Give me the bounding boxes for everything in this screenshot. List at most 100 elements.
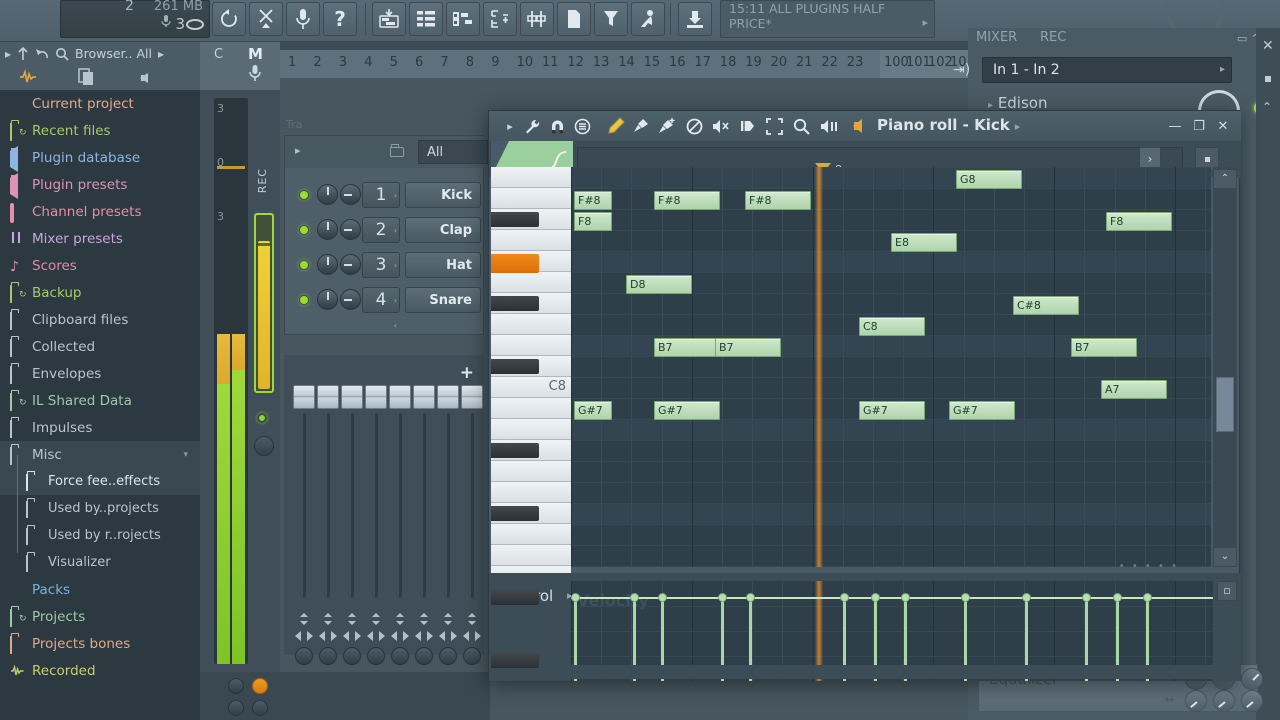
piano-black-key[interactable] xyxy=(491,653,539,668)
piano-roll-grid[interactable]: F#8 F8 F#8 D8 B7 G#7 G#7 F#8 B7 G8 E8 C8 C#8 G#7 G#7 F8… xyxy=(571,167,1211,567)
fader-knob[interactable] xyxy=(367,647,385,665)
mixer-rec-strip[interactable]: REC xyxy=(252,98,276,720)
browser-item-recorded[interactable]: Recorded xyxy=(0,657,200,684)
piano-roll-toolbar[interactable]: ▸ xyxy=(489,111,1241,141)
channel-row[interactable]: 2›‹Clap xyxy=(285,213,485,260)
up-arrow-icon[interactable] xyxy=(17,46,29,61)
download-button[interactable] xyxy=(678,2,712,36)
channel-row[interactable]: 1›‹Kick xyxy=(285,178,485,225)
piano-white-key[interactable] xyxy=(491,230,571,251)
piano-white-key[interactable] xyxy=(491,314,571,335)
pan-arrows-icon[interactable] xyxy=(391,629,409,643)
browser-item-backup[interactable]: ↻ Backup xyxy=(0,279,200,306)
piano-black-key[interactable] xyxy=(491,212,539,227)
velocity-handle[interactable] xyxy=(1113,593,1122,602)
tools-button[interactable] xyxy=(594,2,628,36)
copy-icon[interactable] xyxy=(78,68,96,86)
velocity-handle[interactable] xyxy=(840,593,849,602)
channel-name-button[interactable]: Hat xyxy=(405,252,481,278)
piano-key-highlighted[interactable] xyxy=(491,254,539,273)
fader-knob[interactable] xyxy=(295,647,313,665)
piano-black-key[interactable] xyxy=(491,296,539,311)
piano-roll-note[interactable]: F8 xyxy=(574,212,612,231)
browser-item-misc[interactable]: Misc ▾ xyxy=(0,441,200,468)
chevron-down-icon[interactable]: ▾ xyxy=(183,450,188,460)
menu-arrow-icon[interactable]: ▸ xyxy=(499,116,521,136)
browser-item-plugin-database[interactable]: Plugin database xyxy=(0,144,200,172)
piano-white-key[interactable] xyxy=(491,419,571,440)
velocity-handle[interactable] xyxy=(630,593,639,602)
channel-number[interactable]: 3›‹ xyxy=(362,252,400,295)
delete-slash-icon[interactable] xyxy=(683,116,705,136)
browser-item-recent-files[interactable]: ↻ Recent files xyxy=(0,117,200,144)
piano-white-key[interactable] xyxy=(491,335,571,356)
magnet-snap-icon[interactable] xyxy=(546,116,568,136)
microphone-icon[interactable] xyxy=(248,64,262,82)
vertical-scrollbar[interactable] xyxy=(1213,167,1237,567)
browser-item-used-by-r-rojects[interactable]: Used by r..rojects xyxy=(0,522,200,549)
piano-white-key[interactable] xyxy=(491,461,571,482)
browser-item-mixer-presets[interactable]: Mixer presets xyxy=(0,225,200,252)
fader-knob[interactable] xyxy=(391,647,409,665)
panel-scrollbar[interactable]: ✕ ⌃ xyxy=(1256,28,1280,720)
folder-icon[interactable] xyxy=(390,144,404,160)
pan-arrows-icon[interactable] xyxy=(295,629,313,643)
browser-item-projects[interactable]: ↻ Projects xyxy=(0,603,200,630)
velocity-handle[interactable] xyxy=(1143,593,1152,602)
velocity-handle[interactable] xyxy=(1022,593,1031,602)
list-icon[interactable] xyxy=(571,116,593,136)
vertical-arrows-icon[interactable] xyxy=(417,613,431,625)
browser-item-force-fee-effects[interactable]: Force fee..effects xyxy=(0,468,200,495)
channel-pan-knob[interactable] xyxy=(340,219,361,240)
playback-icon[interactable] xyxy=(817,116,839,136)
channel-number[interactable]: 2›‹ xyxy=(362,217,400,260)
fader-knob[interactable] xyxy=(343,647,361,665)
channel-rack-menu-icon[interactable]: ▸ xyxy=(295,144,301,157)
browser-item-clipboard-files[interactable]: Clipboard files xyxy=(0,306,200,333)
tab-mixer[interactable]: MIXER xyxy=(976,30,1017,45)
velocity-handle[interactable] xyxy=(718,593,727,602)
channel-name-button[interactable]: Snare xyxy=(405,287,481,313)
playhead[interactable] xyxy=(815,167,823,567)
channel-rack-button[interactable] xyxy=(409,2,443,36)
pan-arrows-icon[interactable] xyxy=(319,629,337,643)
scroll-down-button[interactable]: ⌄ xyxy=(1213,547,1237,567)
browser-item-current-project[interactable]: Current project xyxy=(0,90,200,117)
strip-knob-orange[interactable] xyxy=(252,678,268,694)
browser-item-collected[interactable]: Collected xyxy=(0,333,200,360)
paint-brush-icon[interactable] xyxy=(630,116,652,136)
mixer-fader-column[interactable] xyxy=(460,385,484,665)
pan-arrows-icon[interactable] xyxy=(415,629,433,643)
mixer-fader-panel[interactable]: + xyxy=(284,355,484,665)
fader-knob[interactable] xyxy=(439,647,457,665)
channel-volume-knob[interactable] xyxy=(317,219,338,240)
mixer-fader-column[interactable] xyxy=(340,385,364,665)
velocity-handle[interactable] xyxy=(871,593,880,602)
fader-handle[interactable] xyxy=(389,385,411,409)
browser-item-envelopes[interactable]: Envelopes xyxy=(0,360,200,387)
piano-white-key[interactable] xyxy=(491,482,571,503)
browser-tree[interactable]: Current project ↻ Recent files Plugin datab… xyxy=(0,90,200,720)
record-mic-button[interactable] xyxy=(286,2,320,36)
eq-freq-mid[interactable] xyxy=(1213,690,1235,712)
control-options-button[interactable]: ▫ xyxy=(1217,581,1237,601)
select-icon[interactable] xyxy=(763,116,785,136)
playlist-button[interactable] xyxy=(372,2,406,36)
channel-name-button[interactable]: Clap xyxy=(405,217,481,243)
fader-handle[interactable] xyxy=(437,385,459,409)
piano-keyboard[interactable]: C8 xyxy=(491,167,571,668)
piano-white-key[interactable] xyxy=(491,167,571,188)
hint-bar[interactable]: 15:11 ALL PLUGINS HALF PRICE* ▸ xyxy=(720,0,935,38)
piano-roll-note[interactable]: A7 xyxy=(1101,380,1167,399)
piano-roll-note[interactable]: F#8 xyxy=(654,191,720,210)
velocity-handle[interactable] xyxy=(1082,593,1091,602)
piano-roll-note[interactable]: E8 xyxy=(891,233,957,252)
channel-number[interactable]: 4 › ‹ xyxy=(362,287,400,330)
piano-roll-note[interactable]: G#7 xyxy=(654,401,720,420)
velocity-handle[interactable] xyxy=(571,593,580,602)
piano-white-key[interactable] xyxy=(491,272,571,293)
piano-white-key[interactable] xyxy=(491,398,571,419)
pan-arrows-icon[interactable] xyxy=(343,629,361,643)
paint-brush-plus-icon[interactable] xyxy=(656,116,678,136)
mixer-fader-column[interactable] xyxy=(316,385,340,665)
